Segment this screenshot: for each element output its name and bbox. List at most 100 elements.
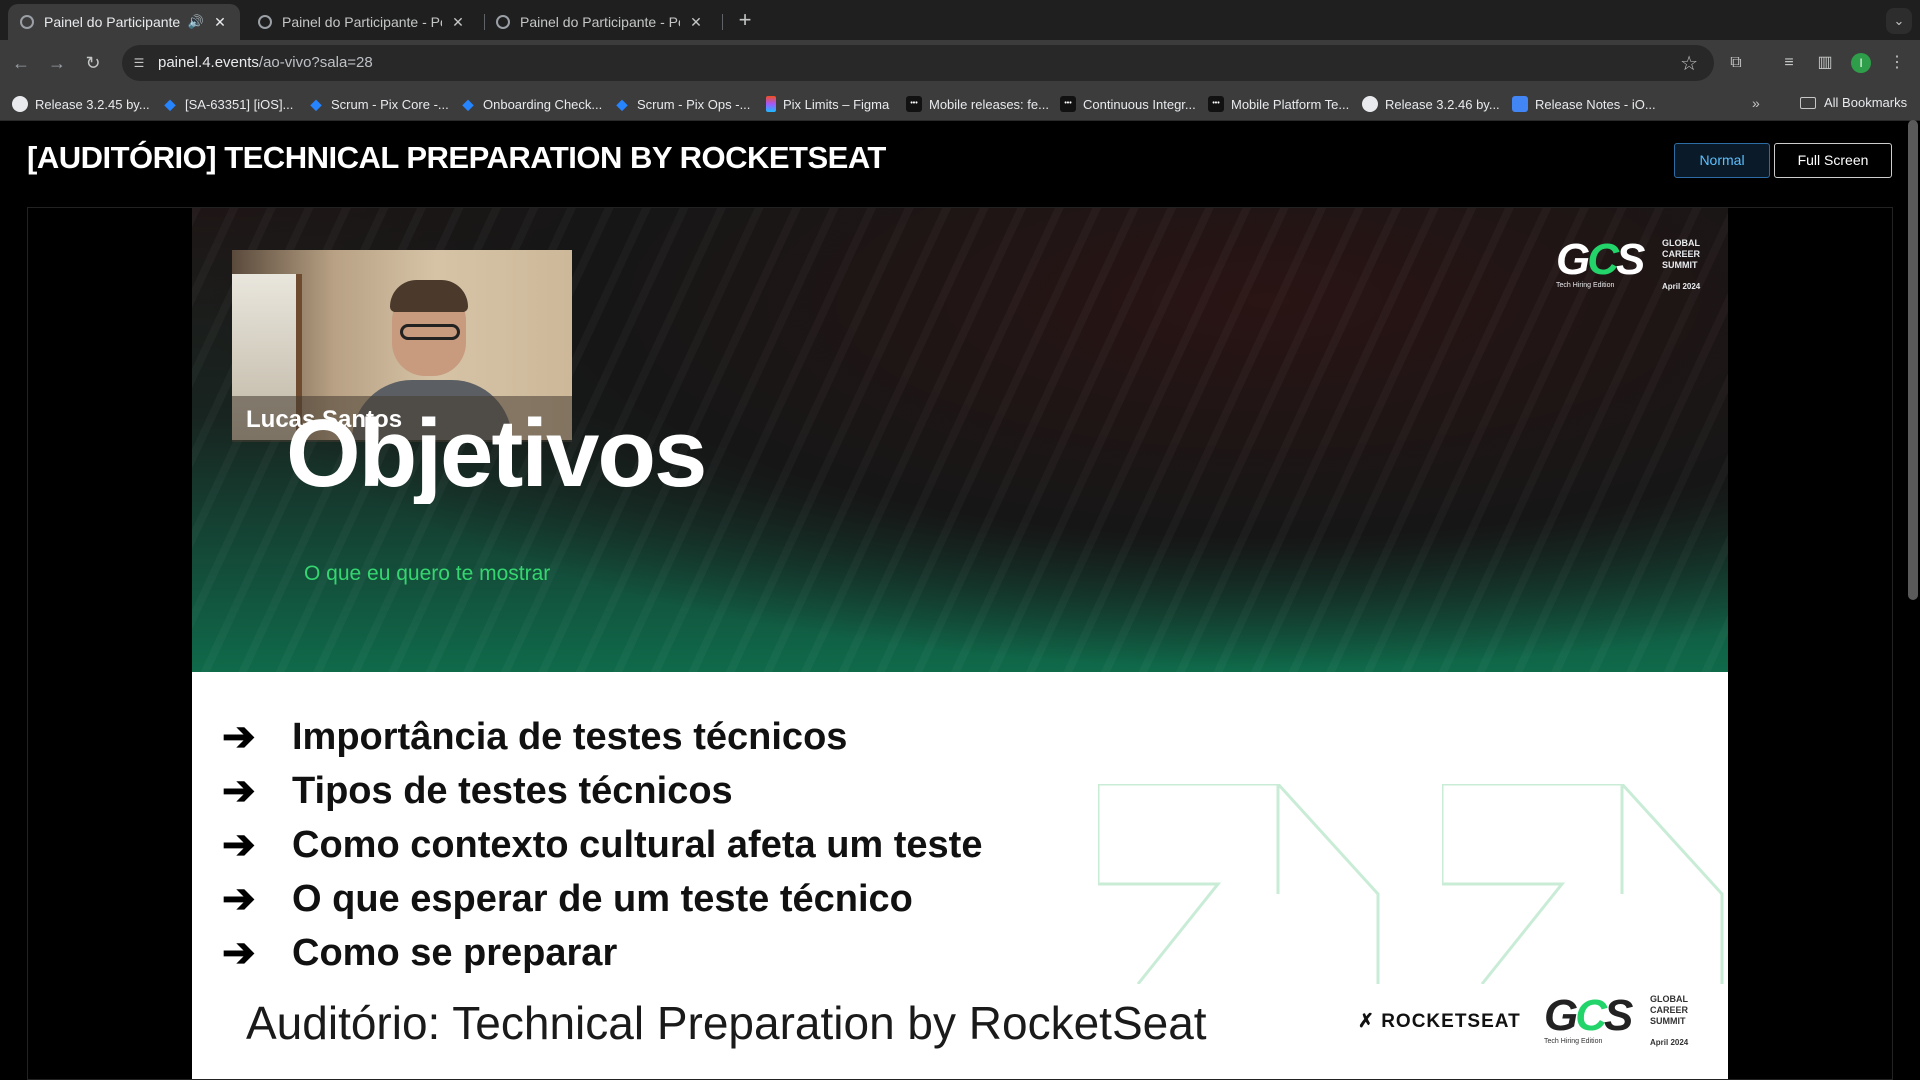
bookmark-item[interactable]: ◆ Onboarding Check... (460, 95, 603, 113)
site-info-icon[interactable]: ☰ (130, 54, 148, 72)
list-item: ➔ Importância de testes técnicos (222, 710, 982, 764)
globe-icon (20, 15, 34, 29)
address-bar[interactable]: ☰ painel.4.events/ao-vivo?sala=28 ☆ (122, 45, 1714, 81)
close-tab-icon[interactable]: ✕ (688, 14, 704, 31)
all-bookmarks-label: All Bookmarks (1824, 95, 1908, 110)
gcs-logo: GCS GLOBAL CAREER SUMMIT Tech Hiring Editi… (1556, 238, 1706, 298)
bookmark-label: Scrum - Pix Core -... (331, 96, 449, 112)
close-tab-icon[interactable]: ✕ (212, 14, 228, 31)
github-icon (1362, 96, 1378, 112)
list-item: ➔ Como contexto cultural afeta um teste (222, 818, 982, 872)
jira-icon: ◆ (462, 96, 474, 112)
logo-line: CAREER (1650, 1005, 1689, 1015)
all-bookmarks-button[interactable]: All Bookmarks (1800, 95, 1907, 110)
bookmark-item[interactable]: Release 3.2.46 by... (1362, 95, 1500, 113)
folder-icon (1800, 96, 1816, 109)
page-scrollbar[interactable] (1908, 120, 1918, 600)
app-icon: ••• (1060, 96, 1076, 112)
bookmark-label: [SA-63351] [iOS]... (185, 96, 294, 112)
logo-date: April 2024 (1650, 1038, 1689, 1047)
gcs-logo: GCS GLOBAL CAREER SUMMIT Tech Hiring Editi… (1544, 994, 1694, 1054)
bookmark-item[interactable]: ◆ Scrum - Pix Core -... (308, 95, 449, 113)
chevron-right-icon[interactable]: » (1752, 95, 1760, 111)
bookmark-item[interactable]: Release Notes - iO... (1512, 95, 1656, 113)
logo-edition: Tech Hiring Edition (1544, 1038, 1603, 1045)
tab-title: Painel do Participante - Powe (520, 14, 680, 30)
forward-icon[interactable]: → (44, 50, 70, 76)
arrow-right-icon: ➔ (222, 823, 256, 867)
logo-date: April 2024 (1662, 282, 1701, 291)
arrow-right-icon: ➔ (222, 877, 256, 921)
logo-letter: G (1544, 991, 1578, 1040)
logo-line: GLOBAL (1662, 238, 1700, 248)
tab-search-icon[interactable]: ⌄ (1886, 8, 1912, 34)
bookmark-item[interactable]: ◆ Scrum - Pix Ops -... (614, 95, 751, 113)
close-tab-icon[interactable]: ✕ (450, 14, 466, 31)
logo-line: SUMMIT (1662, 260, 1698, 270)
bullet-text: Como contexto cultural afeta um teste (292, 823, 983, 866)
rocketseat-wordmark: ROCKETSEAT (1381, 1011, 1521, 1032)
bookmark-label: Scrum - Pix Ops -... (637, 96, 751, 112)
tab-2[interactable]: Painel do Participante - Powe ✕ (246, 4, 478, 40)
bookmark-star-icon[interactable]: ☆ (1680, 51, 1698, 76)
normal-view-button[interactable]: Normal (1674, 143, 1770, 178)
side-panel-icon[interactable]: ▥ (1814, 52, 1836, 74)
tab-1[interactable]: Painel do Participante - P 🔊 ✕ (8, 4, 240, 40)
speaker-icon[interactable]: 🔊 (188, 14, 204, 30)
tab-strip: Painel do Participante - P 🔊 ✕ Painel do… (0, 0, 1920, 40)
bookmark-item[interactable]: ••• Continuous Integr... (1060, 95, 1196, 113)
speaker-glasses (400, 324, 460, 340)
media-controls-icon[interactable]: ≡ (1778, 52, 1800, 74)
bullet-text: O que esperar de um teste técnico (292, 877, 913, 920)
bookmark-item[interactable]: ••• Mobile releases: fe... (906, 95, 1049, 113)
tab-separator (722, 14, 723, 30)
globe-icon (258, 15, 272, 29)
bookmark-label: Continuous Integr... (1083, 96, 1196, 112)
gcs-mark: GCS (1544, 991, 1633, 1040)
menu-icon[interactable]: ⋮ (1886, 52, 1908, 74)
list-item: ➔ Como se preparar (222, 926, 982, 980)
new-tab-icon[interactable]: + (732, 8, 758, 34)
video-frame[interactable]: Lucas Santos GCS GLOBAL CAREER SUMMIT Tech… (192, 208, 1728, 1079)
page-title: [AUDITÓRIO] TECHNICAL PREPARATION BY ROC… (27, 140, 886, 175)
tab-3[interactable]: Painel do Participante - Powe ✕ (484, 4, 716, 40)
bullet-list: ➔ Importância de testes técnicos ➔ Tipos d… (222, 710, 982, 980)
bookmark-label: Release Notes - iO... (1535, 96, 1656, 112)
logo-words: GLOBAL CAREER SUMMIT (1650, 994, 1688, 1027)
url-text[interactable]: painel.4.events/ao-vivo?sala=28 (158, 54, 373, 71)
arrow-decoration (1442, 784, 1724, 984)
docs-icon (1512, 96, 1528, 112)
tab-title: Painel do Participante - Powe (282, 14, 442, 30)
back-icon[interactable]: ← (8, 50, 34, 76)
reload-icon[interactable]: ↻ (80, 50, 106, 76)
bullet-text: Tipos de testes técnicos (292, 769, 733, 812)
tab-title: Painel do Participante - P (44, 14, 182, 30)
globe-icon (496, 15, 510, 29)
extensions-icon[interactable]: ⧉ (1725, 52, 1747, 74)
bullet-text: Importância de testes técnicos (292, 715, 848, 758)
bookmark-label: Release 3.2.45 by... (35, 96, 150, 112)
app-icon: ••• (906, 96, 922, 112)
bookmark-item[interactable]: Release 3.2.45 by... (12, 95, 150, 113)
url-path: /ao-vivo?sala=28 (258, 54, 373, 71)
video-player[interactable]: Lucas Santos GCS GLOBAL CAREER SUMMIT Tech… (27, 207, 1893, 1080)
github-icon (12, 96, 28, 112)
logo-letter: S (1616, 235, 1645, 284)
list-item: ➔ O que esperar de um teste técnico (222, 872, 982, 926)
gcs-mark: GCS (1556, 235, 1645, 284)
url-host: painel.4.events (158, 54, 259, 71)
arrow-right-icon: ➔ (222, 931, 256, 975)
bookmark-item[interactable]: Pix Limits – Figma (766, 95, 889, 113)
logo-letter: G (1556, 235, 1590, 284)
logo-words: GLOBAL CAREER SUMMIT (1662, 238, 1700, 271)
jira-icon: ◆ (616, 96, 628, 112)
logo-letter: S (1604, 991, 1633, 1040)
bookmark-item[interactable]: ◆ [SA-63351] [iOS]... (162, 95, 294, 113)
full-screen-button[interactable]: Full Screen (1774, 143, 1892, 178)
logo-line: CAREER (1662, 249, 1701, 259)
profile-avatar[interactable]: I (1851, 53, 1871, 73)
bookmark-item[interactable]: ••• Mobile Platform Te... (1208, 95, 1349, 113)
arrow-right-icon: ➔ (222, 769, 256, 813)
browser-toolbar: ← → ↻ ☰ painel.4.events/ao-vivo?sala=28 … (0, 40, 1920, 86)
bookmark-label: Pix Limits – Figma (783, 96, 890, 112)
